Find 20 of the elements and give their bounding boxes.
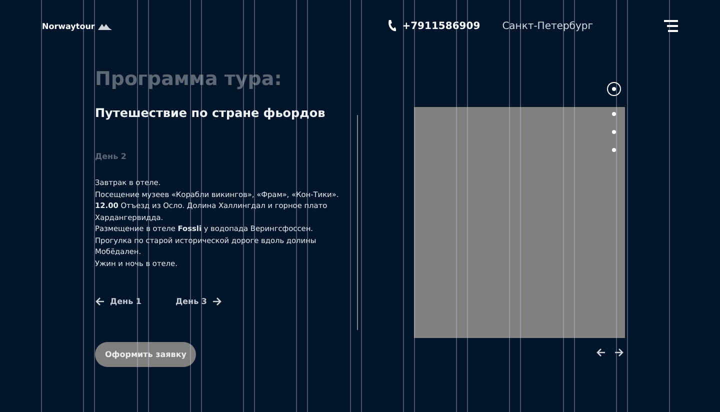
tour-title: Путешествие по стране фьордов xyxy=(95,106,326,120)
previous-slide-button[interactable] xyxy=(596,348,606,357)
slider-dot[interactable] xyxy=(607,82,621,96)
city-label[interactable]: Санкт-Петербург xyxy=(502,20,593,32)
phone-number[interactable]: +7911586909 xyxy=(402,20,480,32)
mountain-icon xyxy=(98,22,112,30)
previous-day-link[interactable]: День 1 xyxy=(95,297,142,306)
next-day-link[interactable]: День 3 xyxy=(176,297,222,306)
logo[interactable]: Norwaytour xyxy=(42,22,95,30)
slider-dot[interactable] xyxy=(612,112,616,116)
arrow-left-icon xyxy=(596,348,606,357)
arrow-right-icon xyxy=(212,297,222,306)
day-label: День 2 xyxy=(95,152,128,161)
arrow-left-icon xyxy=(95,297,105,306)
next-slide-button[interactable] xyxy=(614,348,624,357)
menu-icon[interactable] xyxy=(664,20,678,32)
slider-dot[interactable] xyxy=(612,130,616,134)
phone-icon xyxy=(387,20,396,32)
slider-dot[interactable] xyxy=(612,148,616,152)
arrow-right-icon xyxy=(614,348,624,357)
